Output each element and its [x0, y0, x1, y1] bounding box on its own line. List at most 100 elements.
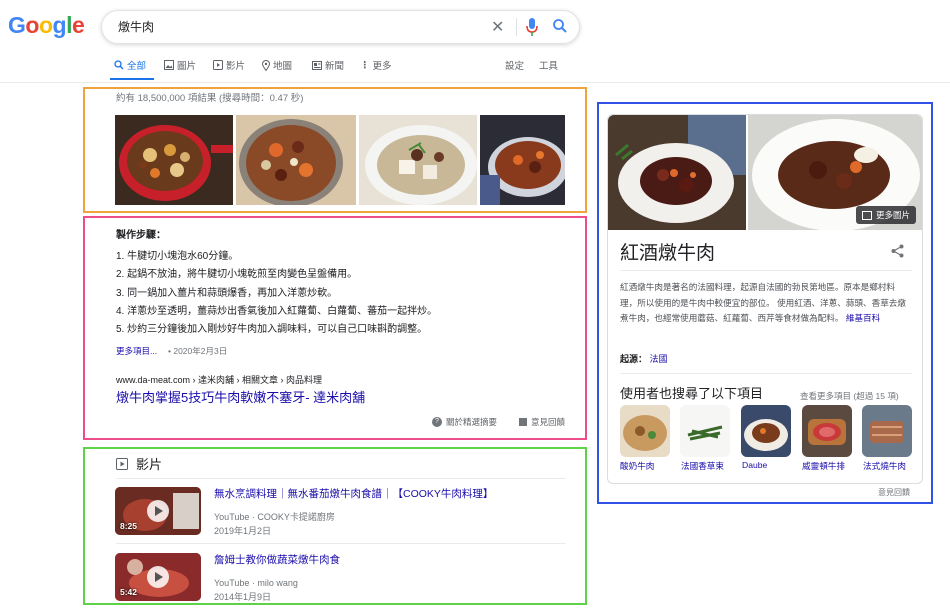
more-items-link[interactable]: 更多項目... — [116, 345, 157, 357]
news-icon — [312, 60, 322, 70]
logo-letter: o — [38, 12, 53, 38]
kp-image-2[interactable]: 更多圖片 — [748, 115, 922, 230]
tab-images[interactable]: 圖片 — [164, 58, 196, 72]
video-duration: 5:42 — [120, 587, 138, 597]
tab-label: 新聞 — [325, 61, 345, 72]
tab-all[interactable]: 全部 — [114, 58, 146, 72]
image-icon — [861, 210, 872, 220]
search-icon[interactable] — [552, 18, 568, 39]
people-also-search-title: 使用者也搜尋了以下項目 — [620, 386, 764, 401]
step-item: 4. 洋蔥炒至透明，薑蒜炒出香氣後加入紅蘿蔔、白蘿蔔、蕃茄一起拌炒。 — [116, 305, 438, 317]
stew-image-3[interactable] — [359, 115, 477, 205]
snippet-date: • 2020年2月3日 — [168, 346, 228, 356]
related-item-label[interactable]: 威靈頓牛排 — [802, 460, 845, 472]
tab-news[interactable]: 新聞 — [312, 58, 344, 72]
active-tab-indicator — [110, 78, 154, 80]
video-thumbnail[interactable]: 5:42 — [115, 553, 201, 601]
kp-description: 紅酒燉牛肉是著名的法國料理，起源自法國的勃艮第地區。原本是鄉村料理，所以使用的是… — [620, 280, 912, 327]
origin-label: 起源： — [620, 354, 648, 364]
stew-image-2[interactable] — [236, 115, 356, 205]
logo-letter: o — [25, 12, 39, 38]
result-title-link[interactable]: 燉牛肉掌握5技巧牛肉軟嫩不塞牙- 達米肉舖 — [116, 387, 365, 406]
related-item-label[interactable]: 酸奶牛肉 — [620, 460, 654, 472]
video-icon — [116, 457, 128, 470]
search-input[interactable] — [116, 18, 480, 34]
video-source: YouTube · COOKY卡提諾廚房 — [214, 512, 335, 522]
header-divider — [0, 82, 950, 83]
see-more-link[interactable]: 查看更多項目 (超過 15 項) — [800, 390, 899, 402]
snippet-footer: ? 關於精選摘要 意見回饋 — [432, 416, 565, 428]
kp-image-1[interactable] — [608, 115, 746, 230]
related-item-image[interactable] — [680, 405, 730, 457]
google-logo[interactable]: Google — [8, 12, 85, 39]
more-images-label: 更多圖片 — [875, 210, 910, 220]
help-icon: ? — [432, 417, 442, 427]
search-icon — [114, 60, 124, 70]
video-thumbnail[interactable]: 8:25 — [115, 487, 201, 535]
logo-letter: g — [52, 12, 67, 38]
video-date: 2019年1月2日 — [214, 526, 272, 536]
video-title-link[interactable]: 詹姆士教你做蔬菜燉牛肉食 — [214, 552, 340, 567]
tab-maps[interactable]: 地圖 — [262, 58, 292, 72]
step-item: 2. 起鍋不放油，將牛腱切小塊乾煎至肉變色呈盤備用。 — [116, 269, 358, 281]
video-title-link[interactable]: 無水烹調料理｜無水番茄燉牛肉食譜｜【COOKY牛肉料理】 — [214, 486, 493, 501]
tab-label: 更多 — [372, 61, 392, 72]
feedback-icon — [519, 418, 528, 426]
tab-label: 圖片 — [177, 61, 197, 72]
tools-link[interactable]: 工具 — [539, 58, 558, 72]
tools-label: 工具 — [539, 61, 559, 72]
video-date: 2014年1月9日 — [214, 592, 272, 602]
stew-image-4[interactable] — [480, 115, 565, 205]
feedback-link[interactable]: 意見回饋 — [531, 416, 565, 428]
logo-letter: e — [71, 12, 85, 38]
microphone-icon[interactable] — [526, 18, 538, 41]
related-item-image[interactable] — [862, 405, 912, 457]
settings-link[interactable]: 設定 — [505, 58, 524, 72]
related-item-label[interactable]: 法式燒牛肉 — [863, 460, 906, 472]
play-icon — [147, 500, 169, 522]
snippet-steps: 1. 牛腱切小塊泡水60分鐘。 2. 起鍋不放油，將牛腱切小塊乾煎至肉變色呈盤備… — [116, 248, 437, 339]
share-icon[interactable] — [891, 244, 904, 263]
snippet-title: 製作步驟： — [116, 230, 166, 241]
tab-label: 影片 — [226, 61, 246, 72]
tab-videos[interactable]: 影片 — [213, 58, 245, 72]
kp-feedback-link[interactable]: 意見回饋 — [878, 487, 910, 498]
related-item-label[interactable]: 法國香草束 — [681, 460, 724, 472]
more-vert-icon: ⋮ — [360, 59, 370, 71]
videos-header-label: 影片 — [136, 457, 163, 472]
related-item-label[interactable]: Daube — [742, 460, 767, 470]
video-icon — [213, 60, 223, 70]
divider — [116, 543, 566, 544]
step-item: 3. 同一鍋加入薑片和蒜頭爆香，再加入洋蔥炒軟。 — [116, 287, 338, 299]
play-icon — [147, 566, 169, 588]
kp-origin: 起源： 法國 — [620, 352, 668, 365]
origin-link[interactable]: 法國 — [650, 354, 668, 364]
videos-header: 影片 — [116, 454, 162, 473]
image-icon — [164, 60, 174, 70]
more-images-button[interactable]: 更多圖片 — [855, 206, 916, 224]
divider — [116, 478, 566, 479]
video-duration: 8:25 — [120, 521, 138, 531]
result-url[interactable]: www.da-meat.com › 達米肉舖 › 相關文章 › 肉品料理 — [116, 373, 322, 386]
step-item: 1. 牛腱切小塊泡水60分鐘。 — [116, 251, 239, 262]
divider — [620, 270, 912, 271]
settings-label: 設定 — [505, 61, 525, 72]
step-item: 5. 炒約三分鐘後加入剛炒好牛肉加入調味料，可以自己口味斟酌調整。 — [116, 324, 428, 336]
tab-more[interactable]: ⋮ 更多 — [360, 58, 392, 73]
clear-icon[interactable]: ✕ — [491, 17, 504, 37]
related-item-image[interactable] — [802, 405, 852, 457]
video-meta: YouTube · milo wang 2014年1月9日 — [214, 576, 298, 604]
related-item-image[interactable] — [620, 405, 670, 457]
about-snippet-link[interactable]: 關於精選摘要 — [446, 416, 497, 428]
search-divider — [516, 18, 517, 36]
related-item-image[interactable] — [741, 405, 791, 457]
tab-label: 全部 — [127, 61, 147, 72]
logo-letter: G — [8, 12, 26, 38]
tab-label: 地圖 — [273, 61, 293, 72]
divider — [620, 373, 912, 374]
wikipedia-link[interactable]: 維基百科 — [846, 313, 880, 323]
video-source: YouTube · milo wang — [214, 578, 298, 588]
stew-image-1[interactable] — [115, 115, 233, 205]
result-stats: 約有 18,500,000 項結果 (搜尋時間：0.47 秒) — [116, 93, 304, 104]
search-box: ✕ — [101, 10, 580, 44]
